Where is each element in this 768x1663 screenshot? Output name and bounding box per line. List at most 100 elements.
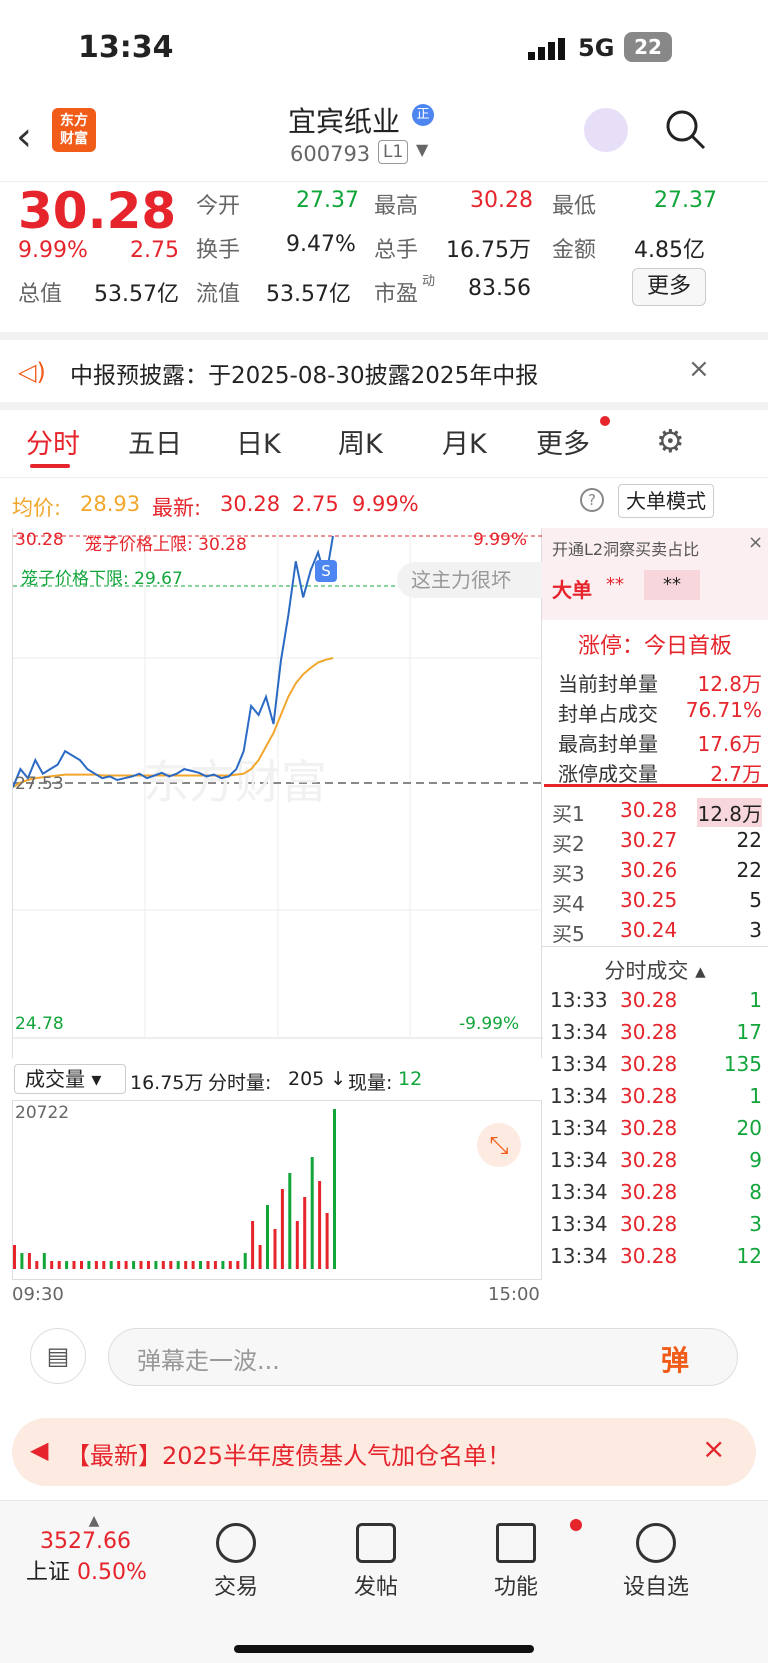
app-logo: 东方 财富 [52,108,96,152]
tick-volume: 1 [749,1084,762,1108]
tab-5day[interactable]: 五日 [128,422,182,461]
notification-dot [570,1519,582,1531]
tick-row: 13:34 30.28 12 [542,1240,768,1272]
low-value: 27.37 [654,188,717,213]
notice-bar[interactable]: ◁) 中报预披露：于2025-08-30披露2025年中报 × [0,340,768,410]
ticks-header[interactable]: 分时成交 ▴ [542,946,768,985]
danmaku-placeholder: 弹幕走一波... [137,1347,280,1375]
expand-icon[interactable]: ⤡ [477,1123,521,1167]
volume-bar [124,1261,128,1269]
tab-daily[interactable]: 日K [236,422,281,461]
volume-bar [243,1253,247,1269]
side-panel: 开通L2洞察买卖占比 × 大单 ** ** 涨停：今日首板 当前封单量 12.8万… [542,528,768,1308]
nav-post[interactable]: 发帖 [316,1523,436,1601]
x-end-label: 15:00 [488,1284,540,1305]
intraday-chart[interactable]: 东方财富 30.28 笼子价格上限: 30.28 9.99% 笼子价格下限: 2… [12,528,543,1058]
stock-code: 600793 [290,142,371,166]
divider [544,784,768,787]
tick-volume: 17 [736,1020,762,1044]
big-order-mode-button[interactable]: 大单模式 [618,484,714,518]
period-tabs: 分时 五日 日K 周K 月K 更多 ⚙ [0,410,768,478]
tab-weekly[interactable]: 周K [338,422,383,461]
tab-monthly[interactable]: 月K [442,422,487,461]
volume-bar [65,1261,69,1269]
back-icon[interactable]: ‹ [16,114,32,160]
volume-bar [228,1261,232,1269]
open-value: 27.37 [296,188,359,213]
l2-promo[interactable]: 开通L2洞察买卖占比 × 大单 ** ** [542,528,768,620]
tick-row: 13:34 30.28 20 [542,1112,768,1144]
tick-time: 13:33 [550,988,608,1012]
tab-intraday[interactable]: 分时 [26,422,80,461]
mktcap-label: 总值 [18,282,63,307]
bid-price: 30.25 [620,888,678,912]
network-label: 5G [578,34,615,62]
limit-up-title: 涨停：今日首板 [577,634,732,659]
volume-bar [176,1261,180,1269]
volume-bar [161,1261,165,1269]
volume-bar [20,1253,24,1269]
bid-volume: 12.8万 [697,798,762,827]
search-icon[interactable] [664,108,706,154]
tick-time: 13:34 [550,1180,608,1204]
nav-add-watchlist[interactable]: 设自选 [596,1523,716,1601]
bid-level: 买2 [552,832,585,856]
tick-volume: 8 [749,1180,762,1204]
pct-value: 9.99% [352,492,419,516]
close-icon[interactable]: × [688,354,710,384]
volume-bar [213,1261,217,1269]
danmaku-send-button[interactable]: 弹 [661,1339,689,1379]
settings-gear-icon[interactable]: ⚙ [656,422,685,460]
volume-chart[interactable]: 20722 ⤡ [12,1100,542,1280]
danmaku-settings-icon[interactable]: ▤ [30,1328,86,1384]
tick-price: 30.28 [620,1116,678,1140]
robot-assistant-icon[interactable] [584,108,628,152]
volume-bar [258,1245,262,1269]
stat-label: 封单占成交 [558,702,658,726]
signal-s-icon[interactable]: S [315,560,337,582]
tick-volume-value: 205 ↓ [288,1068,347,1090]
volume-bar [87,1261,91,1269]
chevron-down-icon[interactable]: ▼ [416,140,428,159]
volume-bar [295,1221,299,1269]
danmaku-input[interactable]: 弹幕走一波... 弹 [108,1328,738,1386]
verified-icon: 正 [412,104,434,126]
bid-book: 买1 30.28 12.8万 买2 30.27 22 买3 30.26 22 买4 30.25 5 买5… [542,794,768,946]
stat-value: 12.8万 [697,672,762,696]
nav-functions[interactable]: 功能 [456,1523,576,1601]
high-value: 30.28 [470,188,533,213]
l2-title: 开通L2洞察买卖占比 [552,540,700,559]
y-mid-label: 27.53 [15,774,64,794]
more-dots-icon [636,1523,676,1563]
index-ticker[interactable]: ▲ 3527.66 上证 0.50% [24,1513,164,1586]
volume-bar [27,1253,31,1269]
big-order-masked-1: ** [606,574,624,595]
volume-bar [109,1261,113,1269]
notification-dot [600,416,610,426]
bottom-bar: ▲ 3527.66 上证 0.50% 交易 发帖 功能 设自选 [0,1500,768,1663]
amount-value: 4.85亿 [634,238,705,263]
bid-level: 买5 [552,922,585,946]
stat-value: 76.71% [685,698,762,722]
tab-more[interactable]: 更多 [536,422,590,461]
bid-price: 30.24 [620,918,678,942]
notice-text: 中报预披露：于2025-08-30披露2025年中报 [70,363,539,389]
tick-volume: 3 [749,1212,762,1236]
turnover-label: 换手 [196,238,241,263]
close-icon[interactable]: × [702,1432,725,1465]
tick-time: 13:34 [550,1084,608,1108]
promo-banner[interactable]: ◀ 【最新】2025半年度债基人气加仓名单！ × [12,1418,756,1486]
close-icon[interactable]: × [748,532,763,553]
volume-bar [57,1261,61,1269]
volume-bar [147,1261,150,1269]
nav-trade[interactable]: 交易 [176,1523,296,1601]
bid-price: 30.28 [620,798,678,822]
stat-label: 当前封单量 [558,672,658,696]
help-icon[interactable]: ? [580,488,604,512]
price-chart-svg: 东方财富 [12,528,543,1039]
tick-price: 30.28 [620,1020,678,1044]
indicator-select[interactable]: 成交量 ▾ [14,1064,126,1094]
volume-bar [280,1189,284,1269]
more-button[interactable]: 更多 [632,268,706,306]
stat-value: 17.6万 [697,732,762,756]
